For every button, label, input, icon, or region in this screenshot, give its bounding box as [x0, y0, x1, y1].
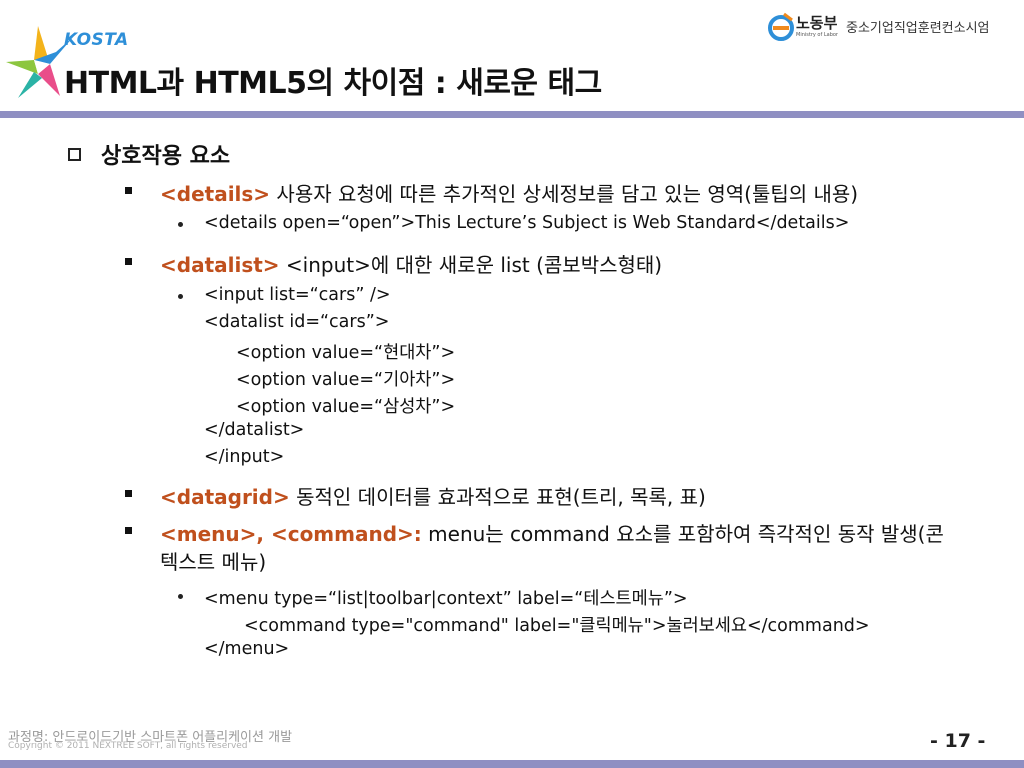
details-example: <details open=“open”>This Lecture’s Subj… — [204, 213, 850, 233]
dot-bullet-icon — [178, 294, 183, 299]
square-bullet-icon — [125, 490, 132, 497]
datagrid-tag: <datagrid> — [160, 485, 290, 509]
code-line: <input list=“cars” /> — [204, 285, 391, 305]
code-line: </input> — [204, 447, 285, 467]
brand-name: KOSTA — [64, 30, 129, 50]
institute-name: 중소기업직업훈련컨소시엄 — [846, 21, 990, 36]
menu-desc-continued: 텍스트 메뉴) — [160, 550, 267, 574]
code-line: <menu type=“list|toolbar|context” label=… — [204, 589, 688, 609]
section-heading: 상호작용 요소 — [68, 138, 230, 170]
page-number: - 17 - — [930, 730, 986, 752]
dot-bullet-icon — [178, 222, 183, 227]
footer-divider — [0, 760, 1024, 768]
code-line: <option value=“현대차”> — [236, 343, 456, 363]
details-desc: 사용자 요청에 따른 추가적인 상세정보를 담고 있는 영역(툴팁의 내용) — [270, 182, 859, 206]
menu-tag: <menu>, <command>: — [160, 522, 422, 546]
ministry-logo: 노동부 Ministry of Labor — [768, 10, 838, 44]
ministry-name-en: Ministry of Labor — [796, 32, 838, 38]
datalist-desc: <input>에 대한 새로운 list (콤보박스형태) — [279, 253, 663, 277]
details-item: <details> 사용자 요청에 따른 추가적인 상세정보를 담고 있는 영역… — [160, 178, 858, 207]
square-bullet-icon — [125, 258, 132, 265]
datalist-tag: <datalist> — [160, 253, 280, 277]
ministry-name-kr: 노동부 — [796, 14, 838, 32]
square-bullet-icon — [125, 527, 132, 534]
code-line: <option value=“삼성차”> — [236, 397, 456, 417]
menu-desc: menu는 command 요소를 포함하여 즉각적인 동작 발생(콘 — [421, 522, 944, 546]
datalist-item: <datalist> <input>에 대한 새로운 list (콤보박스형태) — [160, 249, 662, 278]
code-line: <command type="command" label="클릭메뉴">눌러보… — [244, 616, 870, 636]
ministry-e-icon — [768, 12, 794, 41]
header-divider — [0, 111, 1024, 118]
code-line: </datalist> — [204, 420, 305, 440]
datagrid-desc: 동적인 데이터를 효과적으로 표현(트리, 목록, 표) — [289, 485, 706, 509]
code-line: </menu> — [204, 639, 290, 659]
menu-item: <menu>, <command>: menu는 command 요소를 포함하… — [160, 518, 944, 547]
square-bullet-icon — [125, 187, 132, 194]
page-title: HTML과 HTML5의 차이점 : 새로운 태그 — [64, 66, 602, 101]
code-line: <datalist id=“cars”> — [204, 312, 390, 332]
checkbox-bullet-icon — [68, 147, 81, 161]
details-tag: <details> — [160, 182, 271, 206]
code-line: <option value=“기아차”> — [236, 370, 456, 390]
datagrid-item: <datagrid> 동적인 데이터를 효과적으로 표현(트리, 목록, 표) — [160, 481, 706, 510]
copyright-text: Copyright © 2011 NEXTREE SOFT, all right… — [8, 741, 248, 751]
section-title: 상호작용 요소 — [101, 144, 231, 169]
dot-bullet-icon — [178, 594, 183, 599]
